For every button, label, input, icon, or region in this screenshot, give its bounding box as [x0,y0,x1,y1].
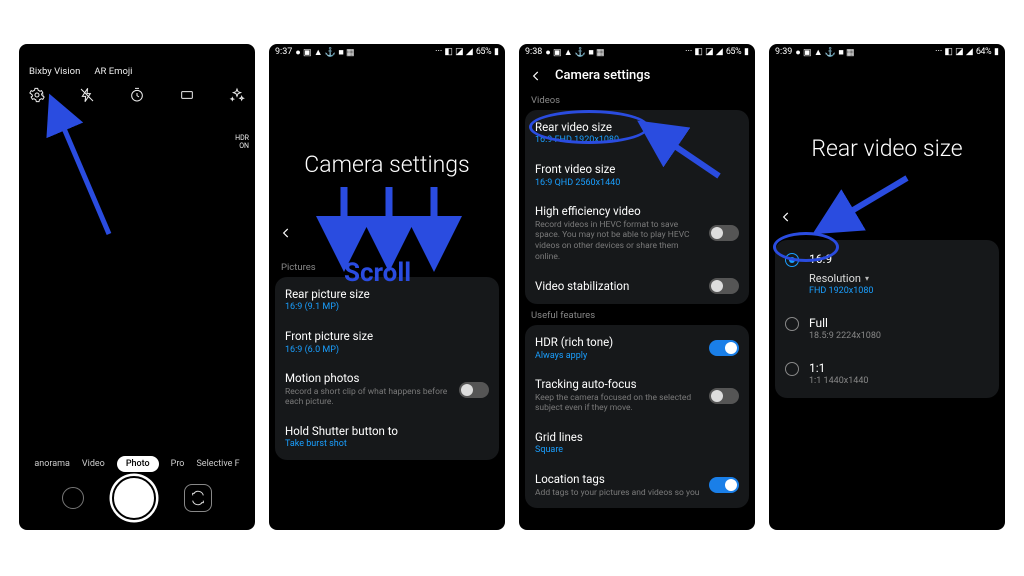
hdr-indicator: HDR ON [235,134,249,150]
timer-icon[interactable] [129,87,145,103]
mode-selective[interactable]: Selective F [196,459,239,469]
rear-video-size-row[interactable]: Rear video size 16:9 FHD 1920x1080 [525,112,749,154]
aspect-ratio-icon[interactable] [179,87,195,103]
tracking-autofocus-row[interactable]: Tracking auto-focus Keep the camera focu… [525,369,749,422]
gallery-thumbnail[interactable] [62,487,84,509]
ratio-16-9-row[interactable]: 16:9 Resolution ▾ FHD 1920x1080 [775,242,999,306]
section-videos: Videos [519,89,755,110]
resolution-label[interactable]: Resolution [809,272,861,285]
settings-gear-icon[interactable] [29,87,45,103]
settings-header: Camera settings [519,60,755,89]
page-title: Camera settings [555,68,650,83]
settings-header: Rear video size [769,60,1005,240]
camera-settings-top-screen: 9:37● ▣ ▲ ⚓ ■ ▦ ··· ◧ ◪ ◢65%▮ Camera set… [269,44,505,530]
radio-icon[interactable] [785,317,799,331]
bixby-vision-link[interactable]: Bixby Vision [29,66,80,77]
back-button[interactable] [279,226,293,240]
front-picture-size-row[interactable]: Front picture size 16:9 (6.0 MP) [275,321,499,363]
location-tags-row[interactable]: Location tags Add tags to your pictures … [525,464,749,506]
section-useful: Useful features [519,304,755,325]
videos-card: Rear video size 16:9 FHD 1920x1080 Front… [525,110,749,304]
camera-settings-videos-screen: 9:38● ▣ ▲ ⚓ ■ ▦ ··· ◧ ◪ ◢65%▮ Camera set… [519,44,755,530]
high-efficiency-video-row[interactable]: High efficiency video Record videos in H… [525,196,749,270]
page-title: Rear video size [781,135,993,162]
front-video-size-row[interactable]: Front video size 16:9 QHD 2560x1440 [525,154,749,196]
motion-photos-toggle[interactable] [459,382,489,398]
tracking-toggle[interactable] [709,388,739,404]
camera-viewfinder-screen: Bixby Vision AR Emoji HDR ON a [19,44,255,530]
ratio-full-row[interactable]: Full 18.5:9 2224x1080 [775,306,999,351]
ratio-1-1-row[interactable]: 1:1 1:1 1440x1440 [775,351,999,396]
filters-icon[interactable] [229,87,245,103]
status-bar: 9:38● ▣ ▲ ⚓ ■ ▦ ··· ◧ ◪ ◢65%▮ [519,44,755,60]
camera-toolbar [19,81,255,113]
motion-photos-row[interactable]: Motion photos Record a short clip of wha… [275,363,499,416]
settings-header: Camera settings [269,60,505,256]
hdr-toggle[interactable] [709,340,739,356]
back-button[interactable] [529,69,543,83]
hevc-toggle[interactable] [709,225,739,241]
mode-panorama[interactable]: anorama [34,459,70,469]
switch-camera-button[interactable] [184,484,212,512]
mode-video[interactable]: Video [82,459,105,469]
video-stabilization-row[interactable]: Video stabilization [525,270,749,302]
useful-card: HDR (rich tone) Always apply Tracking au… [525,325,749,508]
dropdown-triangle-icon[interactable]: ▾ [865,274,869,283]
shutter-button[interactable] [112,476,156,520]
mode-pro[interactable]: Pro [171,459,185,469]
annotation-arrow-to-gear [49,104,119,247]
stabilization-toggle[interactable] [709,278,739,294]
camera-top-links: Bixby Vision AR Emoji [19,60,255,81]
rear-video-size-screen: 9:39● ▣ ▲ ⚓ ■ ▦ ··· ◧ ◪ ◢64%▮ Rear video… [769,44,1005,530]
status-bar [19,44,255,60]
hdr-row[interactable]: HDR (rich tone) Always apply [525,327,749,369]
mode-photo-active[interactable]: Photo [117,456,159,472]
radio-icon[interactable] [785,362,799,376]
ar-emoji-link[interactable]: AR Emoji [94,66,132,77]
flash-icon[interactable] [79,87,95,103]
grid-lines-row[interactable]: Grid lines Square [525,422,749,464]
location-toggle[interactable] [709,477,739,493]
camera-mode-strip[interactable]: anorama Video Photo Pro Selective F [19,456,255,472]
back-button[interactable] [779,210,793,224]
radio-selected-icon[interactable] [785,253,799,267]
annotation-scroll-label: Scroll [344,258,411,288]
status-bar: 9:37● ▣ ▲ ⚓ ■ ▦ ··· ◧ ◪ ◢65%▮ [269,44,505,60]
page-title: Camera settings [281,151,493,178]
shutter-row [19,476,255,520]
ratio-card: 16:9 Resolution ▾ FHD 1920x1080 Full 18.… [775,240,999,398]
pictures-card: Rear picture size 16:9 (9.1 MP) Front pi… [275,277,499,460]
hold-shutter-row[interactable]: Hold Shutter button to Take burst shot [275,416,499,458]
tutorial-board: Bixby Vision AR Emoji HDR ON a [0,0,1024,576]
status-bar: 9:39● ▣ ▲ ⚓ ■ ▦ ··· ◧ ◪ ◢64%▮ [769,44,1005,60]
